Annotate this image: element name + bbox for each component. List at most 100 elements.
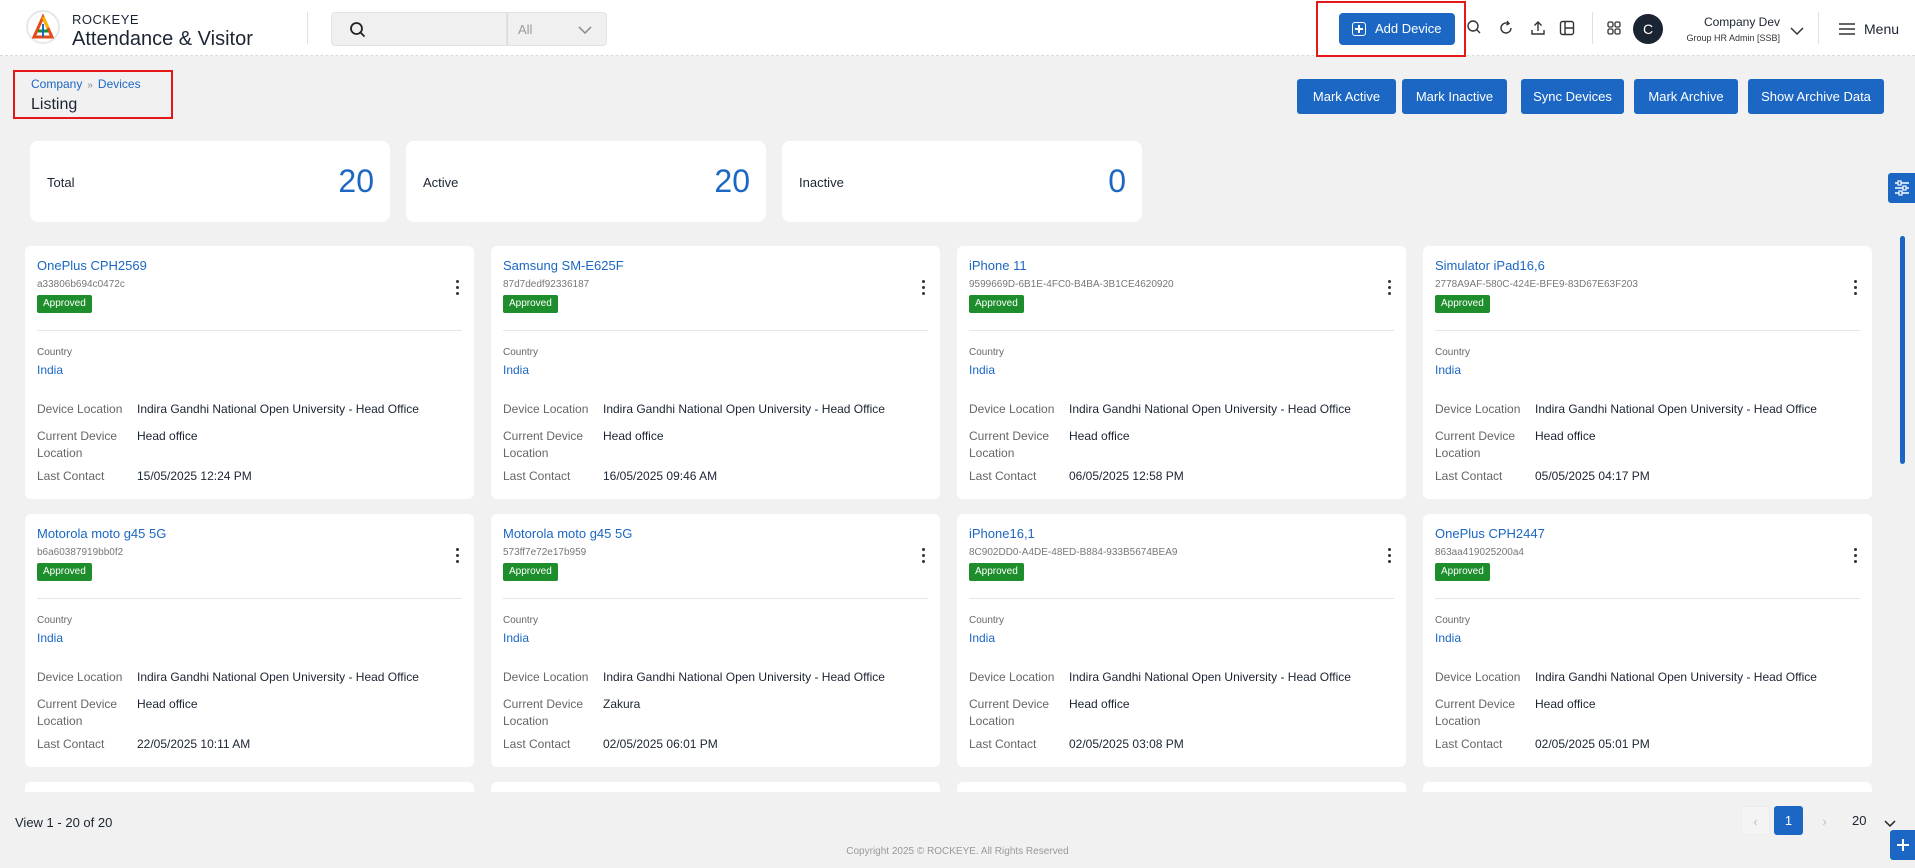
current-location-label: Current Device [1435, 697, 1516, 711]
last-contact-value: 22/05/2025 10:11 AM [137, 737, 251, 751]
mark-archive-button[interactable]: Mark Archive [1634, 79, 1738, 114]
current-location-value: Head office [137, 429, 198, 443]
more-options-icon[interactable] [1852, 280, 1858, 298]
device-card[interactable]: Motorola moto g45 5G b6a60387919bb0f2 Appr… [25, 514, 474, 767]
stat-label: Inactive [799, 175, 844, 190]
divider [307, 12, 308, 44]
menu-button[interactable]: Menu [1864, 21, 1899, 37]
device-card[interactable]: OnePlus CPH2569 a33806b694c0472c Approved C… [25, 246, 474, 499]
device-card[interactable]: OnePlus CPH2447 863aa419025200a4 Approved C… [1423, 514, 1872, 767]
last-contact-label: Last Contact [503, 469, 571, 483]
device-location-label: Device Location [37, 402, 123, 416]
device-location-label: Device Location [969, 402, 1055, 416]
country-value: India [37, 631, 64, 645]
apps-grid-icon[interactable] [1605, 19, 1623, 37]
more-options-icon[interactable] [1386, 548, 1392, 566]
device-id: 2778A9AF-580C-424E-BFE9-83D67E63F203 [1435, 279, 1638, 290]
next-page-button[interactable]: › [1810, 806, 1839, 835]
mark-active-button[interactable]: Mark Active [1297, 79, 1396, 114]
last-contact-value: 02/05/2025 06:01 PM [603, 737, 718, 751]
more-options-icon[interactable] [920, 280, 926, 298]
device-name[interactable]: Motorola moto g45 5G [37, 526, 166, 541]
device-name[interactable]: iPhone16,1 [969, 526, 1035, 541]
device-id: 573ff7e72e17b959 [503, 547, 587, 558]
more-options-icon[interactable] [920, 548, 926, 566]
more-options-icon[interactable] [454, 548, 460, 566]
current-location-label-2: Location [37, 446, 83, 460]
per-page-select[interactable]: 20 [1850, 806, 1896, 835]
current-location-label: Current Device [503, 429, 584, 443]
device-name[interactable]: OnePlus CPH2569 [37, 258, 147, 273]
scrollbar[interactable] [1900, 236, 1905, 464]
copyright: Copyright 2025 © ROCKEYE. All Rights Res… [846, 846, 1069, 857]
divider [37, 330, 462, 331]
country-value: India [1435, 631, 1462, 645]
device-name[interactable]: Motorola moto g45 5G [503, 526, 632, 541]
search-scope-select[interactable]: All [507, 12, 607, 46]
sync-devices-button[interactable]: Sync Devices [1521, 79, 1624, 114]
breadcrumb-devices[interactable]: Devices [98, 77, 141, 91]
status-badge: Approved [503, 563, 558, 581]
device-card[interactable]: Simulator iPad16,6 2778A9AF-580C-424E-BFE… [1423, 246, 1872, 499]
more-options-icon[interactable] [1386, 280, 1392, 298]
divider [1435, 598, 1860, 599]
device-location-label: Device Location [503, 670, 589, 684]
divider [1435, 330, 1860, 331]
last-contact-value: 16/05/2025 09:46 AM [603, 469, 718, 483]
refresh-icon[interactable] [1497, 19, 1515, 37]
device-location-value: Indira Gandhi National Open University -… [1535, 402, 1817, 416]
mark-inactive-button[interactable]: Mark Inactive [1402, 79, 1507, 114]
device-id: 9599669D-6B1E-4FC0-B4BA-3B1CE4620920 [969, 279, 1174, 290]
show-archive-data-button[interactable]: Show Archive Data [1748, 79, 1884, 114]
user-name[interactable]: Company Dev [1672, 15, 1780, 29]
device-card[interactable]: iPhone 11 9599669D-6B1E-4FC0-B4BA-3B1CE46… [957, 246, 1406, 499]
divider [1592, 12, 1593, 44]
device-card[interactable]: Samsung SM-E625F 87d7dedf92336187 Approved… [491, 246, 940, 499]
search-icon[interactable] [1466, 19, 1484, 37]
prev-page-button[interactable]: ‹ [1741, 806, 1770, 835]
chevron-down-icon[interactable] [1790, 23, 1804, 41]
country-label: Country [37, 347, 73, 358]
device-name[interactable]: iPhone 11 [969, 258, 1027, 273]
device-name[interactable]: Simulator iPad16,6 [1435, 258, 1545, 273]
country-label: Country [969, 615, 1005, 626]
device-card[interactable]: iPhone16,1 8C902DD0-A4DE-48ED-B884-933B56… [957, 514, 1406, 767]
status-badge: Approved [969, 295, 1024, 313]
add-device-button[interactable]: Add Device [1339, 13, 1455, 45]
search-input[interactable] [331, 12, 507, 46]
avatar[interactable]: C [1633, 14, 1663, 44]
more-options-icon[interactable] [454, 280, 460, 298]
stat-value: 0 [1108, 163, 1126, 199]
last-contact-label: Last Contact [969, 737, 1037, 751]
stat-label: Active [423, 175, 459, 190]
country-value: India [969, 631, 996, 645]
last-contact-label: Last Contact [969, 469, 1037, 483]
device-name[interactable]: OnePlus CPH2447 [1435, 526, 1545, 541]
breadcrumb-company[interactable]: Company [31, 77, 82, 91]
current-location-label-2: Location [1435, 446, 1481, 460]
stat-inactive: Inactive 0 [782, 141, 1142, 222]
device-card[interactable]: Motorola moto g45 5G 573ff7e72e17b959 Appr… [491, 514, 940, 767]
add-floating-button[interactable] [1890, 830, 1915, 860]
rockeye-logo-icon[interactable] [26, 10, 60, 44]
more-options-icon[interactable] [1852, 548, 1858, 566]
country-value: India [1435, 363, 1462, 377]
brand-name: ROCKEYE Attendance & Visitor [72, 12, 253, 51]
page-1-button[interactable]: 1 [1774, 806, 1803, 835]
upload-icon[interactable] [1529, 19, 1547, 37]
filter-settings-button[interactable] [1888, 173, 1915, 203]
view-count: View 1 - 20 of 20 [15, 815, 113, 830]
current-location-label: Current Device [969, 429, 1050, 443]
divider [503, 330, 928, 331]
device-id: 8C902DD0-A4DE-48ED-B884-933B5674BEA9 [969, 547, 1178, 558]
device-id: b6a60387919bb0f2 [37, 547, 124, 558]
status-badge: Approved [1435, 295, 1490, 313]
current-location-label-2: Location [503, 446, 549, 460]
hamburger-icon[interactable] [1838, 22, 1856, 41]
top-bar: ROCKEYE Attendance & Visitor All Add Dev… [0, 0, 1915, 57]
divider [969, 598, 1394, 599]
device-name[interactable]: Samsung SM-E625F [503, 258, 624, 273]
layout-icon[interactable] [1558, 19, 1576, 37]
device-id: a33806b694c0472c [37, 279, 125, 290]
status-badge: Approved [503, 295, 558, 313]
